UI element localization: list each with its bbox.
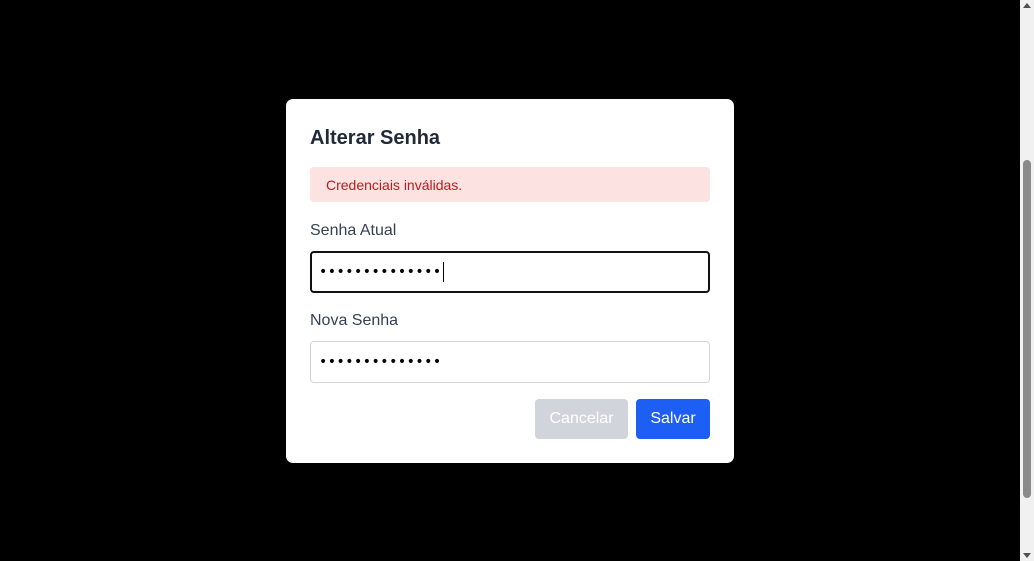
new-password-value: ••••••••••••••: [319, 354, 442, 370]
new-password-input[interactable]: ••••••••••••••: [310, 341, 710, 383]
current-password-value: ••••••••••••••: [319, 264, 442, 280]
current-password-label: Senha Atual: [310, 222, 397, 239]
dialog-title: Alterar Senha: [310, 127, 441, 149]
current-password-input[interactable]: ••••••••••••••: [310, 251, 710, 293]
new-password-label: Nova Senha: [310, 312, 399, 329]
error-alert: Credenciais inválidas.: [310, 167, 710, 202]
scroll-thumb[interactable]: [1023, 160, 1031, 498]
scroll-down-icon[interactable]: [1023, 553, 1031, 558]
page-backdrop: Alterar Senha Credenciais inválidas. Sen…: [0, 0, 1034, 561]
scroll-up-icon[interactable]: [1023, 3, 1031, 8]
change-password-dialog: Alterar Senha Credenciais inválidas. Sen…: [286, 99, 734, 463]
text-caret: [442, 262, 444, 282]
save-button[interactable]: Salvar: [636, 399, 710, 439]
error-message: Credenciais inválidas.: [326, 176, 463, 193]
vertical-scrollbar[interactable]: [1020, 0, 1034, 561]
cancel-button[interactable]: Cancelar: [535, 399, 628, 439]
